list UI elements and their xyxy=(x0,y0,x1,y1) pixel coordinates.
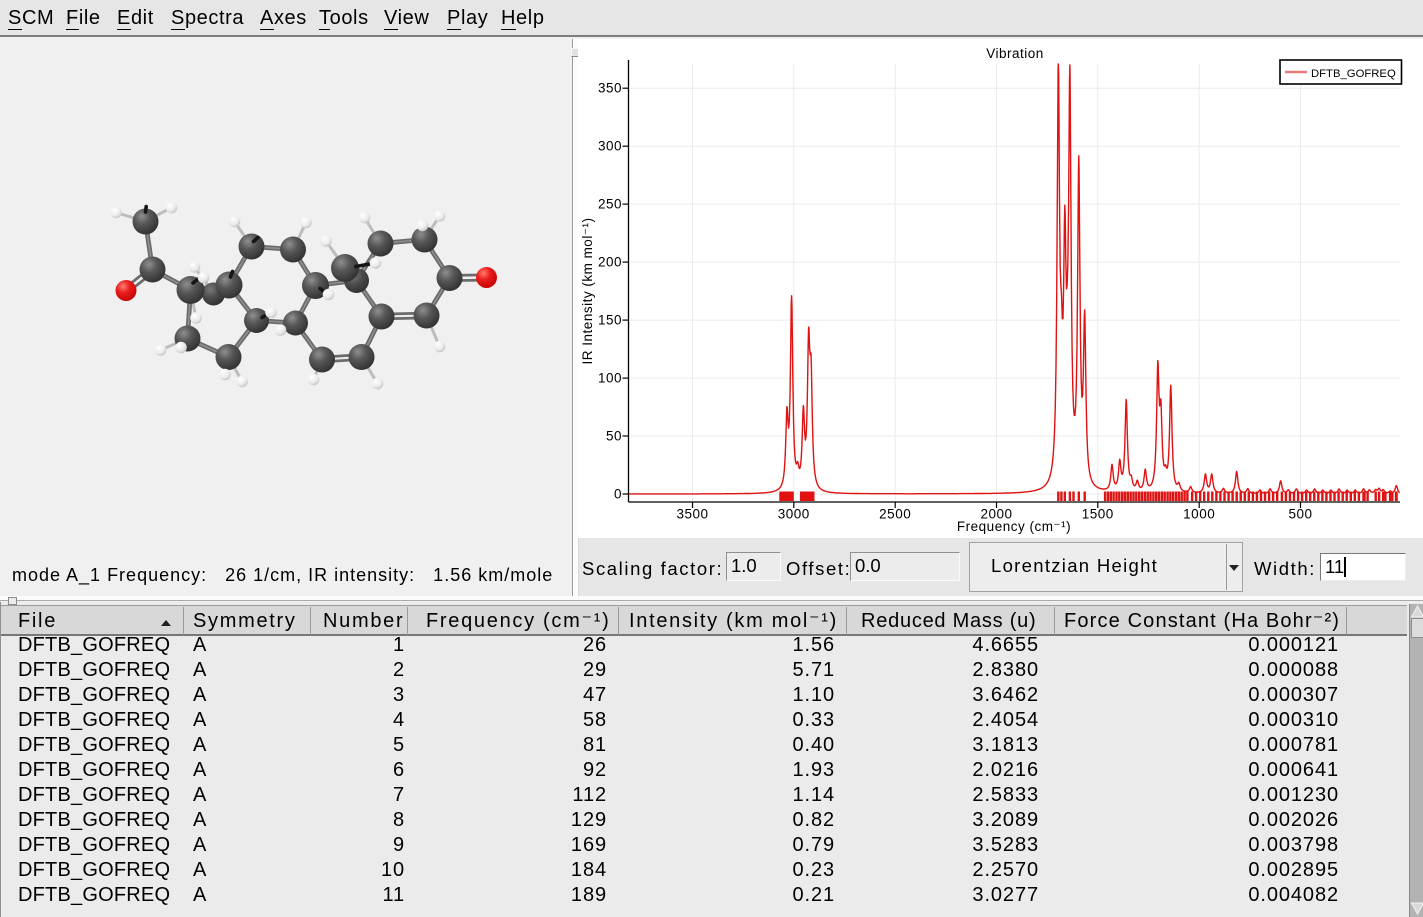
svg-text:Vibration: Vibration xyxy=(986,46,1044,61)
svg-text:DFTB_GOFREQ: DFTB_GOFREQ xyxy=(1311,68,1396,80)
svg-text:100: 100 xyxy=(598,371,622,386)
svg-text:3000: 3000 xyxy=(778,507,810,522)
svg-text:50: 50 xyxy=(606,429,622,444)
svg-text:IR Intensity (km mol⁻¹): IR Intensity (km mol⁻¹) xyxy=(580,218,595,365)
svg-text:300: 300 xyxy=(598,139,622,154)
svg-text:2500: 2500 xyxy=(879,507,911,522)
svg-text:350: 350 xyxy=(598,81,622,96)
svg-text:3500: 3500 xyxy=(676,507,708,522)
svg-text:500: 500 xyxy=(1288,507,1312,522)
svg-text:150: 150 xyxy=(598,313,622,328)
svg-text:200: 200 xyxy=(598,255,622,270)
svg-text:1000: 1000 xyxy=(1183,507,1215,522)
svg-text:Frequency (cm⁻¹): Frequency (cm⁻¹) xyxy=(957,519,1071,534)
svg-text:0: 0 xyxy=(614,487,622,502)
svg-text:250: 250 xyxy=(598,197,622,212)
svg-text:1500: 1500 xyxy=(1082,507,1114,522)
